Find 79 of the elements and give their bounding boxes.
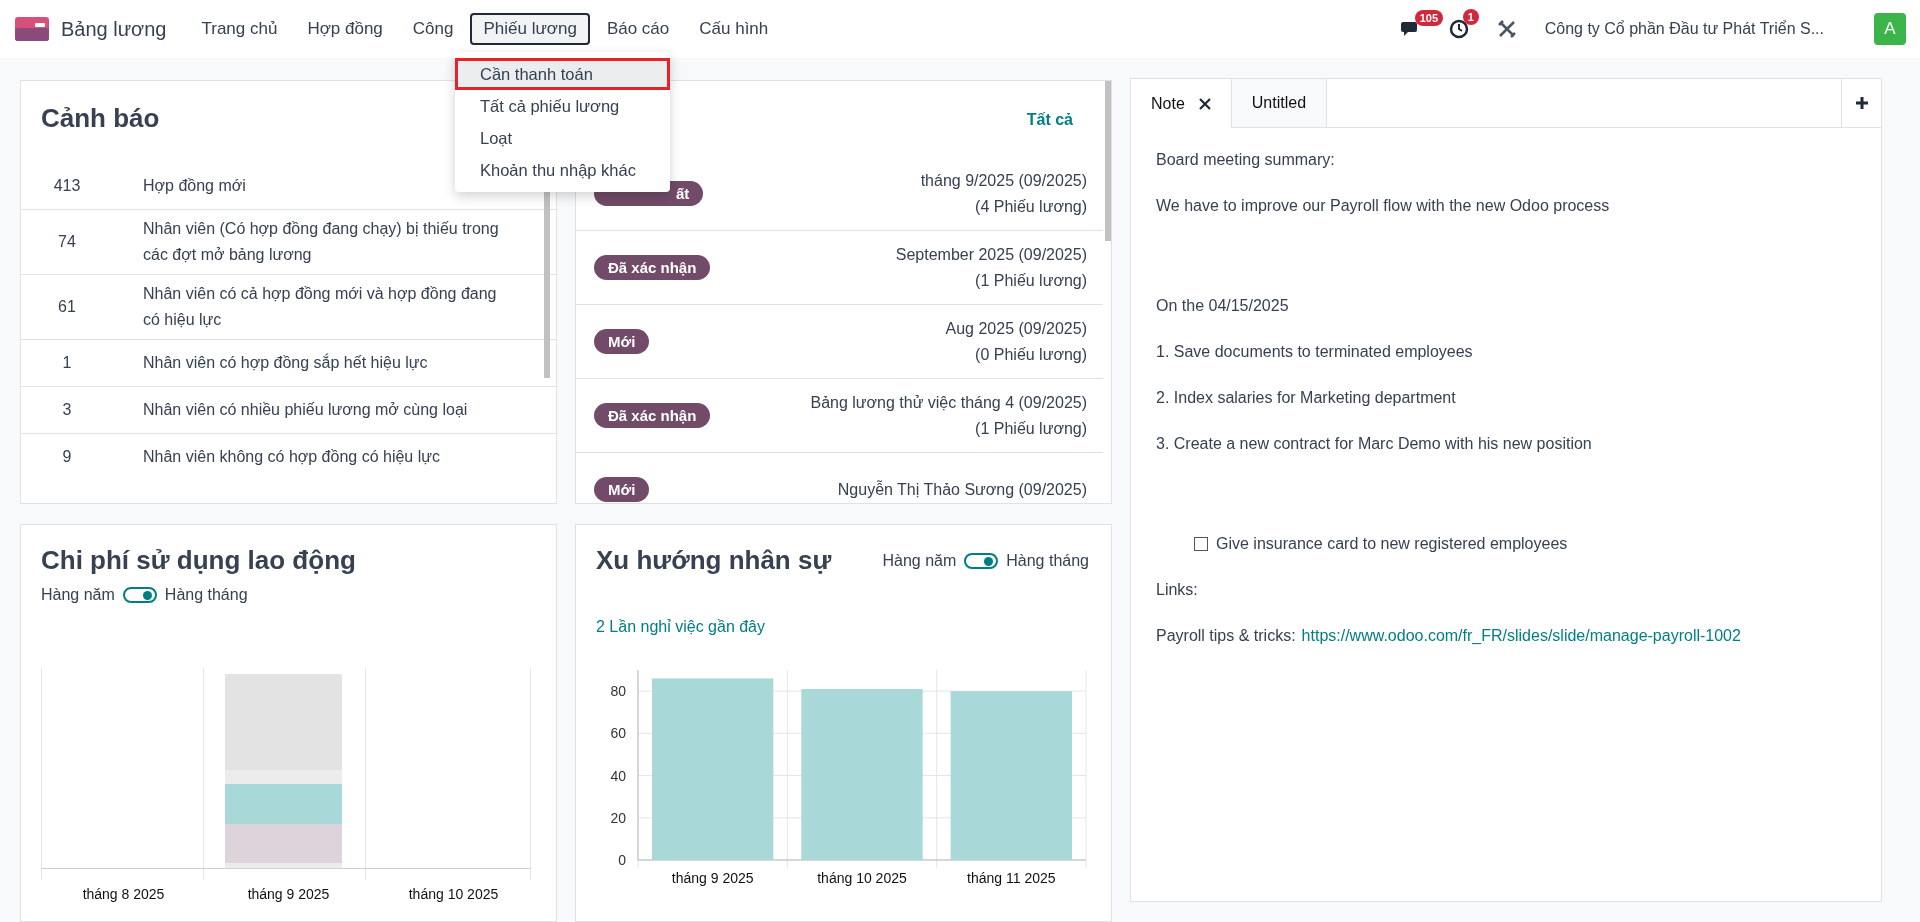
activity-count-badge: 1 [1462,9,1479,25]
toggle-label: Hàng năm [41,586,115,604]
toggle-switch[interactable] [964,552,999,569]
warning-count[interactable]: 74 [21,229,113,255]
message-count-badge: 105 [1414,10,1444,26]
toggle-label: Hàng tháng [164,586,248,604]
checkbox[interactable] [1194,537,1208,551]
payslip-count: (4 Phiếu lương) [974,196,1087,217]
view-all-link[interactable]: Tất cả [1026,111,1073,157]
payslip-count: (1 Phiếu lương) [974,418,1087,439]
batch-name[interactable]: September 2025 (09/2025) [895,241,1087,268]
toggle-label: Hàng năm [882,551,957,570]
axis-label: tháng 11 2025 [967,870,1056,886]
close-icon[interactable] [1198,97,1211,110]
dropdown-item[interactable]: Cần thanh toán [455,58,670,90]
warning-text[interactable]: Nhân viên có hợp đồng sắp hết hiệu lực [113,350,468,376]
warning-text[interactable]: Nhân viên có nhiều phiếu lương mở cùng loại [113,397,508,423]
note-text: Board meeting summary: [1156,150,1336,170]
app-logo-icon[interactable] [15,17,49,41]
note-text: 2. Index salaries for Marketing department [1156,388,1457,408]
dropdown-item[interactable]: Loạt [455,122,670,154]
warning-text[interactable]: Nhân viên có cả hợp đồng mới và hợp đồng đang có hiệu lực [113,281,556,333]
warning-count[interactable]: 1 [21,350,113,376]
batch-name[interactable]: Aug 2025 (09/2025) [945,315,1087,342]
axis-tick-label: 0 [618,852,626,868]
toggle-switch[interactable] [122,587,157,603]
payslip-count: (0 Phiếu lương) [974,344,1087,365]
note-text: We have to improve our Payroll flow with the new Odoo process [1156,196,1611,216]
dropdown-item[interactable]: Tất cả phiếu lương [455,90,670,122]
axis-tick-label: 20 [610,809,626,826]
note-tab[interactable]: Untitled [1231,79,1328,127]
warning-count[interactable]: 413 [21,172,113,199]
warning-count[interactable]: 9 [21,444,113,470]
warning-count[interactable]: 61 [21,294,113,320]
warning-text[interactable]: Hợp đồng mới [113,172,286,199]
axis-tick-label: 60 [610,725,626,742]
warning-text[interactable]: Nhân viên (Có hợp đồng đang chạy) bị thiếu trong các đợt mở bảng lương [113,216,556,268]
checklist-text: Give insurance card to new registered employees [1216,534,1568,554]
axis-label: tháng 10 2025 [407,886,500,902]
note-text: Payroll tips & tricks: https://www.odoo.com/fr_FR/slides/slide/manage-payroll-1002 [1156,626,1742,646]
axis-label: tháng 10 2025 [817,870,907,886]
menu-item[interactable]: Phiếu lương [470,13,590,45]
toggle-label: Hàng tháng [1006,551,1089,570]
menu-item[interactable]: Công [399,13,467,45]
link[interactable]: https://www.odoo.com/fr_FR/slides/slide/manage-payroll-1002 [1301,627,1741,644]
menu-item[interactable]: Trang chủ [188,13,291,45]
card-title: Chi phí sử dụng lao động [41,545,357,576]
note-tab[interactable]: Note [1131,79,1232,128]
card-title: Cảnh báo [40,103,161,134]
note-text: 3. Create a new contract for Marc Demo with his new position [1156,434,1593,454]
company-switcher[interactable]: Công ty Cổ phần Đầu tư Phát Triển S... [1544,20,1824,38]
batch-name[interactable]: Nguyễn Thị Thảo Sương (09/2025) [837,476,1087,503]
axis-label: tháng 9 2025 [246,886,331,902]
note-text: 1. Save documents to terminated employees [1156,342,1474,362]
recent-departures-link[interactable]: 2 Lần nghỉ việc gần đây [596,618,765,636]
batch-name[interactable]: tháng 9/2025 (09/2025) [920,167,1087,194]
status-badge: Mới [594,477,650,502]
clock-icon[interactable] [1448,19,1469,39]
menu-item[interactable]: Báo cáo [593,13,683,45]
card-title: Xu hướng nhân sự [596,545,832,576]
status-badge: Đã xác nhận [594,255,711,280]
note-text: Links: [1156,580,1199,600]
status-badge: Đã xác nhận [594,403,711,428]
scrollbar[interactable] [1105,81,1111,241]
payslip-count: (1 Phiếu lương) [974,270,1087,291]
axis-label: tháng 8 2025 [81,886,166,902]
warning-count[interactable]: 3 [21,397,113,423]
note-text: On the 04/15/2025 [1156,296,1290,316]
tools-icon[interactable] [1496,19,1517,39]
menu-item[interactable]: Cấu hình [686,13,782,45]
axis-tick-label: 40 [610,767,626,784]
plus-icon [1854,96,1869,110]
warning-text[interactable]: Nhân viên không có hợp đồng có hiệu lực [113,444,480,470]
status-badge: Mới [594,329,650,354]
menu-item[interactable]: Hợp đồng [294,13,396,45]
batch-name[interactable]: Bảng lương thử việc tháng 4 (09/2025) [810,389,1087,416]
app-name[interactable]: Bảng lương [61,17,167,41]
axis-label: tháng 9 2025 [671,870,754,886]
axis-tick-label: 80 [610,683,626,700]
